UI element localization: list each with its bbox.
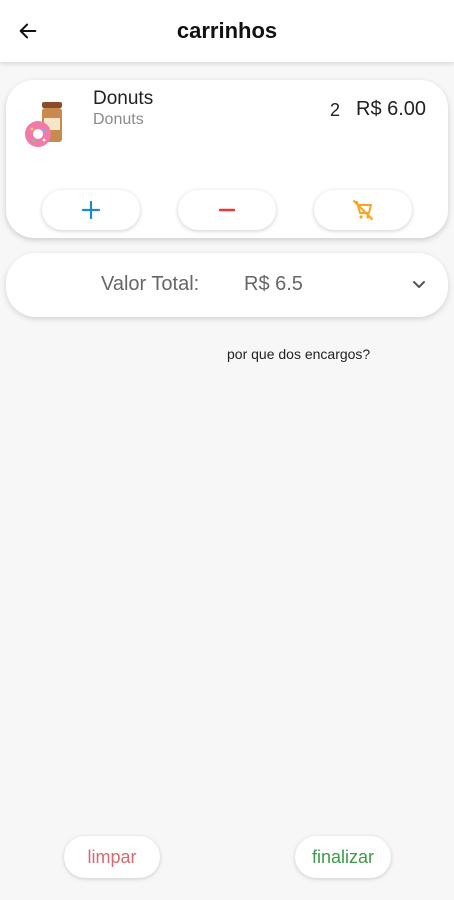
total-summary-card[interactable] [6, 253, 448, 317]
plus-icon [81, 200, 101, 220]
clear-cart-button[interactable]: limpar [64, 836, 160, 878]
charges-info-link[interactable]: por que dos encargos? [227, 346, 370, 362]
page-title: carrinhos [176, 18, 278, 43]
remove-item-button[interactable] [314, 190, 412, 230]
finish-order-button[interactable]: finalizar [295, 836, 391, 878]
product-subtitle: Donuts [93, 111, 144, 128]
decrease-quantity-button[interactable] [178, 190, 276, 230]
increase-quantity-button[interactable] [42, 190, 140, 230]
total-label: Valor Total: [101, 273, 200, 295]
donut-coffee-icon [25, 102, 62, 147]
minus-icon [218, 208, 236, 212]
app-bar: carrinhos [0, 0, 454, 62]
product-name: Donuts [93, 88, 154, 109]
chevron-down-icon[interactable] [410, 276, 428, 294]
product-price: R$ 6.00 [356, 98, 427, 120]
remove-cart-icon [353, 200, 373, 220]
product-quantity: 2 [330, 100, 341, 120]
total-value: R$ 6.5 [244, 273, 303, 295]
